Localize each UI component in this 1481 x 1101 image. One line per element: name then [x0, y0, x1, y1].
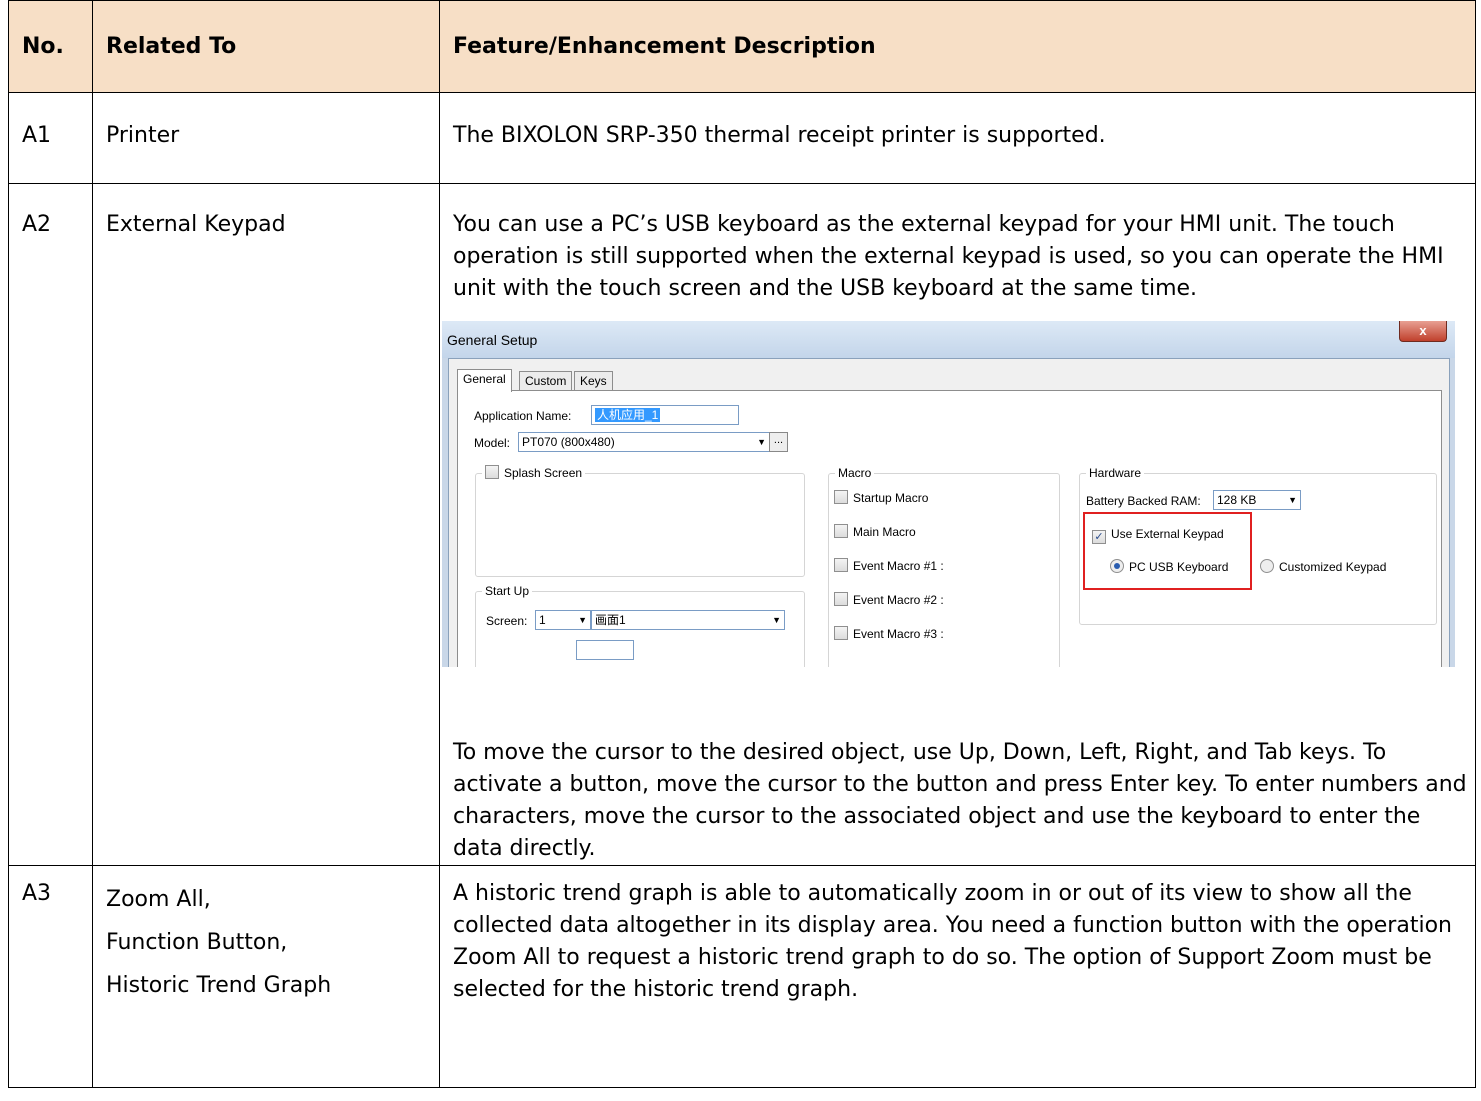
dialog-titlebar: General Setup x: [442, 321, 1455, 358]
general-setup-screenshot: General Setup x General Custom Keys Appl…: [442, 321, 1455, 667]
feature-table: No. Related To Feature/Enhancement Descr…: [8, 0, 1476, 1088]
screen-label: Screen:: [486, 614, 528, 628]
row-related: Zoom All, Function Button, Historic Tren…: [92, 865, 440, 1088]
battery-label: Battery Backed RAM:: [1086, 494, 1201, 508]
macro-label: Macro: [835, 465, 875, 481]
tab-keys[interactable]: Keys: [574, 371, 613, 391]
chevron-down-icon: ▼: [757, 437, 766, 447]
event-macro-2-option[interactable]: Event Macro #2 :: [834, 592, 944, 608]
row-description: The BIXOLON SRP-350 thermal receipt prin…: [439, 92, 1476, 184]
model-label: Model:: [474, 436, 511, 450]
event-macro-3-checkbox[interactable]: [834, 626, 848, 640]
hardware-label: Hardware: [1086, 465, 1145, 481]
dialog-body: General Custom Keys Application Name: 人机…: [448, 358, 1450, 667]
row-no: A2: [8, 183, 93, 866]
related-line: Zoom All,: [106, 887, 211, 912]
customized-keypad-option[interactable]: Customized Keypad: [1260, 559, 1386, 575]
table-header-row: No. Related To Feature/Enhancement Descr…: [8, 0, 1476, 93]
screen-name-select[interactable]: 画面1 ▼: [591, 610, 785, 630]
model-select[interactable]: PT070 (800x480) ▼: [518, 432, 770, 452]
check-icon[interactable]: ✓: [1092, 530, 1106, 544]
tab-general[interactable]: General: [457, 369, 512, 392]
startup-macro-option[interactable]: Startup Macro: [834, 490, 928, 506]
radio-icon[interactable]: [1260, 559, 1274, 573]
splash-label: Splash Screen: [504, 466, 583, 480]
chevron-down-icon: ▼: [772, 615, 781, 625]
dialog-title: General Setup: [447, 332, 538, 348]
splash-checkbox[interactable]: [485, 465, 499, 479]
row-related: External Keypad: [92, 183, 440, 866]
main-macro-checkbox[interactable]: [834, 524, 848, 538]
row-related: Printer: [92, 92, 440, 184]
pc-usb-keyboard-option[interactable]: PC USB Keyboard: [1110, 559, 1228, 575]
table-row: A2 External Keypad You can use a PC’s US…: [8, 183, 1476, 866]
event-macro-2-checkbox[interactable]: [834, 592, 848, 606]
app-name-input[interactable]: 人机应用_1: [591, 405, 739, 425]
header-no: No.: [8, 0, 93, 93]
row-no: A3: [8, 865, 93, 1088]
general-panel: Application Name: 人机应用_1 Model: PT070 (8…: [457, 390, 1442, 667]
screen-number-select[interactable]: 1 ▼: [535, 610, 591, 630]
related-line: Historic Trend Graph: [106, 973, 332, 998]
startup-extra-field[interactable]: [576, 640, 634, 660]
header-description: Feature/Enhancement Description: [439, 0, 1476, 93]
table-row: A3 Zoom All, Function Button, Historic T…: [8, 865, 1476, 1088]
splash-screen-group: Splash Screen: [475, 465, 805, 577]
startup-label: Start Up: [482, 583, 533, 599]
startup-macro-checkbox[interactable]: [834, 490, 848, 504]
chevron-down-icon: ▼: [1288, 495, 1297, 505]
related-line: Function Button,: [106, 930, 288, 955]
row-no: A1: [8, 92, 93, 184]
tab-custom[interactable]: Custom: [519, 371, 573, 391]
row-description: A historic trend graph is able to automa…: [439, 865, 1476, 1088]
radio-selected-icon[interactable]: [1110, 559, 1124, 573]
close-button[interactable]: x: [1399, 321, 1447, 342]
event-macro-1-checkbox[interactable]: [834, 558, 848, 572]
event-macro-1-option[interactable]: Event Macro #1 :: [834, 558, 944, 574]
battery-ram-select[interactable]: 128 KB ▼: [1213, 490, 1301, 510]
hardware-group: Hardware Battery Backed RAM: 128 KB ▼ ✓ Us…: [1079, 465, 1437, 625]
chevron-down-icon: ▼: [578, 615, 587, 625]
macro-group: Macro Startup Macro Main Macro Event Mac…: [828, 465, 1060, 667]
startup-group: Start Up Screen: 1 ▼ 画面1 ▼: [475, 583, 805, 667]
highlight-box: [1083, 512, 1252, 590]
use-external-keypad-option[interactable]: ✓ Use External Keypad: [1092, 526, 1224, 544]
event-macro-3-option[interactable]: Event Macro #3 :: [834, 626, 944, 642]
row-description: You can use a PC’s USB keyboard as the e…: [439, 183, 1476, 866]
model-browse-button[interactable]: ...: [769, 432, 788, 452]
main-macro-option[interactable]: Main Macro: [834, 524, 916, 540]
table-row: A1 Printer The BIXOLON SRP-350 thermal r…: [8, 92, 1476, 184]
app-name-label: Application Name:: [474, 409, 572, 423]
header-related-to: Related To: [92, 0, 440, 93]
